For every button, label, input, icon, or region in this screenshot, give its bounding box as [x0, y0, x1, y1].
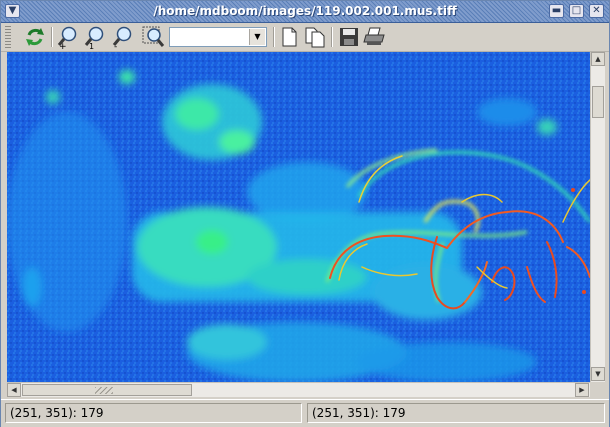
- toolbar-separator: [331, 27, 333, 47]
- zoom-badge: 1: [89, 42, 94, 49]
- arrow-left-icon: ◀: [11, 386, 17, 394]
- scroll-right-button[interactable]: ▶: [575, 383, 589, 397]
- window-title: /home/mdboom/images/119.002.001.mus.tiff: [153, 4, 457, 18]
- scroll-grip: [95, 387, 113, 394]
- chevron-down-icon[interactable]: ▼: [249, 29, 265, 45]
- arrow-up-icon: ▲: [595, 55, 601, 63]
- vertical-scroll-thumb[interactable]: [592, 86, 604, 118]
- zoom-out-button[interactable]: -: [111, 25, 135, 49]
- minimize-button[interactable]: ▬: [549, 4, 564, 18]
- zoom-fit-icon: [142, 26, 165, 47]
- print-button[interactable]: [363, 25, 387, 49]
- minimize-icon: ▬: [551, 5, 562, 16]
- zoom-out-icon: -: [112, 26, 132, 49]
- image-viewport[interactable]: [7, 52, 590, 382]
- scroll-left-button[interactable]: ◀: [7, 383, 21, 397]
- vertical-scrollbar[interactable]: ▲ ▼: [590, 52, 605, 382]
- arrow-right-icon: ▶: [579, 386, 585, 394]
- save-button[interactable]: [337, 25, 361, 49]
- svg-text:+: +: [59, 42, 67, 49]
- copy-page-button[interactable]: [303, 25, 327, 49]
- horizontal-scroll-thumb[interactable]: [22, 384, 192, 396]
- close-icon: ✕: [592, 5, 601, 16]
- zoom-1-icon: 1: [84, 26, 104, 49]
- arrow-down-icon: ▼: [595, 370, 601, 378]
- zoom-actual-button[interactable]: 1: [83, 25, 107, 49]
- maximize-button[interactable]: □: [569, 4, 584, 18]
- maximize-icon: □: [571, 5, 582, 16]
- toolbar-separator: [51, 27, 53, 47]
- zoom-in-icon: +: [57, 26, 77, 49]
- pages-icon: [305, 27, 325, 48]
- refresh-icon: [26, 28, 44, 46]
- horizontal-scrollbar[interactable]: ◀ ▶: [7, 382, 590, 397]
- refresh-button[interactable]: [23, 25, 47, 49]
- image-canvas: [7, 52, 590, 382]
- app-window: ▼ /home/mdboom/images/119.002.001.mus.ti…: [0, 0, 610, 427]
- status-pixel-readout-right: (251, 351): 179: [307, 403, 605, 423]
- printer-icon: [363, 27, 385, 45]
- toolbar: + 1 - ▼: [1, 23, 609, 52]
- zoom-fit-button[interactable]: [141, 25, 165, 49]
- status-bar: (251, 351): 179 (251, 351): 179: [1, 399, 609, 427]
- toolbar-grip[interactable]: [5, 26, 11, 48]
- status-pixel-readout-left: (251, 351): 179: [5, 403, 302, 423]
- scroll-up-button[interactable]: ▲: [591, 52, 605, 66]
- page-icon: [282, 27, 297, 47]
- zoom-combo[interactable]: ▼: [169, 27, 267, 47]
- svg-text:-: -: [114, 42, 117, 49]
- title-bar[interactable]: ▼ /home/mdboom/images/119.002.001.mus.ti…: [1, 1, 609, 23]
- close-button[interactable]: ✕: [589, 4, 604, 18]
- new-page-button[interactable]: [277, 25, 301, 49]
- scroll-down-button[interactable]: ▼: [591, 367, 605, 381]
- toolbar-separator: [273, 27, 275, 47]
- zoom-in-button[interactable]: +: [56, 25, 80, 49]
- floppy-disk-icon: [340, 28, 358, 46]
